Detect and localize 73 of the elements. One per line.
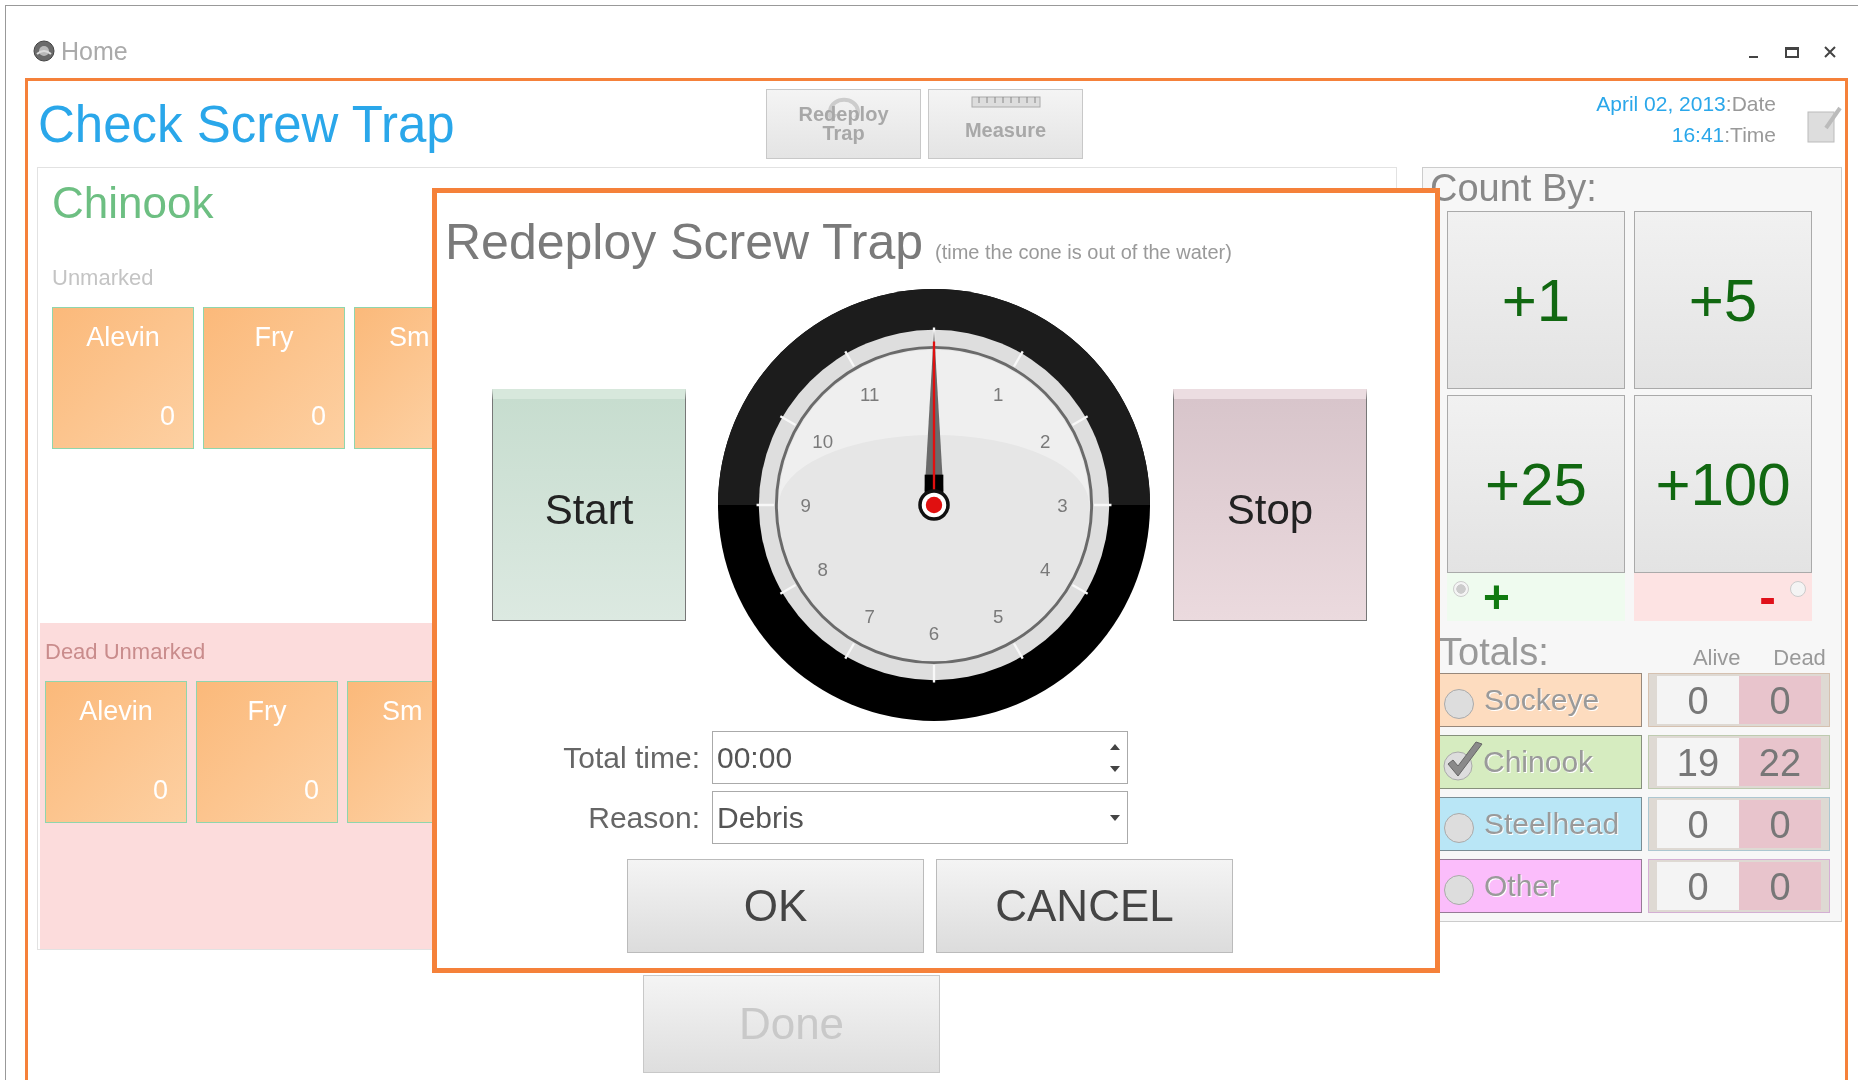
sign-option[interactable]: +	[1447, 573, 1625, 621]
alive-count: 0	[1657, 676, 1739, 724]
time-spinner-field[interactable]: 00:00	[712, 731, 1128, 784]
count-tile[interactable]: Sm	[354, 307, 432, 449]
window-title: Home	[61, 36, 129, 66]
dial-number: 8	[817, 559, 828, 581]
increment-button[interactable]: +100	[1634, 395, 1812, 573]
count-tile[interactable]: Fry 0	[203, 307, 345, 449]
dial-number: 4	[1040, 559, 1051, 581]
species-title: Chinook	[51, 177, 215, 229]
species-selector[interactable]: Sockeye	[1437, 673, 1642, 727]
dial-number: 3	[1057, 495, 1068, 516]
count-tile[interactable]: Fry 0	[196, 681, 338, 823]
ruler-icon	[970, 96, 1041, 108]
dead-count: 0	[1739, 676, 1821, 724]
toolbar-button[interactable]: Redeploy Trap	[766, 89, 921, 159]
dial-number: 6	[928, 623, 940, 645]
toolbar-button[interactable]: Measure	[928, 89, 1083, 159]
radio-button[interactable]	[1444, 875, 1474, 905]
reason-dropdown[interactable]: Debris	[712, 791, 1128, 844]
dial-number: 9	[800, 495, 811, 516]
totals-label: Totals:	[1439, 633, 1550, 671]
start-button[interactable]: Start	[492, 389, 686, 621]
dial-number: 10	[812, 430, 834, 452]
radio-button[interactable]	[1790, 581, 1806, 597]
dialog-button[interactable]: OK	[627, 859, 924, 953]
sign-label: -	[1759, 577, 1776, 617]
app-logo-icon	[33, 40, 55, 62]
radio-button[interactable]	[1453, 581, 1469, 597]
species-selector[interactable]: Chinook	[1437, 735, 1642, 789]
dead-count: 0	[1739, 800, 1821, 848]
close-icon[interactable]	[1822, 44, 1838, 60]
time-value: 16:41	[1671, 123, 1725, 146]
column-header: Alive	[1691, 645, 1742, 671]
alive-count: 19	[1657, 738, 1739, 786]
date-label: :Date	[1725, 92, 1776, 115]
species-selector[interactable]: Steelhead	[1437, 797, 1642, 851]
column-header: Dead	[1772, 645, 1827, 671]
alive-count: 0	[1657, 800, 1739, 848]
sign-label: +	[1483, 577, 1510, 617]
count-tile[interactable]: Alevin 0	[45, 681, 187, 823]
increment-button[interactable]: +1	[1447, 211, 1625, 389]
dial-number: 11	[860, 383, 880, 405]
page-title: Check Screw Trap	[37, 94, 456, 154]
dialog-title: Redeploy Screw Trap	[445, 213, 923, 271]
radio-button[interactable]	[1444, 689, 1474, 719]
dead-count: 0	[1739, 862, 1821, 910]
dialog-button[interactable]: CANCEL	[936, 859, 1233, 953]
field-label: Reason:	[587, 800, 700, 836]
section-label: Dead Unmarked	[45, 638, 207, 666]
dial-number: 2	[1040, 430, 1051, 452]
dialog-subtitle: (time the cone is out of the water)	[935, 241, 1232, 264]
caret-icon	[1109, 813, 1121, 822]
field-label: Total time:	[562, 740, 700, 776]
count-tile[interactable]: Sm	[347, 681, 432, 823]
time-label: :Time	[1724, 123, 1776, 146]
dead-count: 22	[1739, 738, 1821, 786]
notepad-icon[interactable]	[1806, 104, 1842, 144]
increment-button[interactable]: +5	[1634, 211, 1812, 389]
radio-button[interactable]	[1444, 813, 1474, 843]
species-selector[interactable]: Other	[1437, 859, 1642, 913]
section-label: Unmarked	[52, 264, 155, 292]
checkmark-icon[interactable]	[1442, 738, 1486, 782]
stop-button[interactable]: Stop	[1173, 389, 1367, 621]
alive-count: 0	[1657, 862, 1739, 910]
increment-button[interactable]: +25	[1447, 395, 1625, 573]
count-tile[interactable]: Alevin 0	[52, 307, 194, 449]
dial-number: 5	[993, 606, 1004, 628]
sign-option[interactable]: -	[1634, 573, 1812, 621]
date-value: April 02, 2013	[1596, 92, 1726, 115]
dial-number: 1	[993, 383, 1004, 405]
maximize-icon[interactable]	[1784, 44, 1800, 60]
dial-number: 7	[864, 606, 875, 628]
